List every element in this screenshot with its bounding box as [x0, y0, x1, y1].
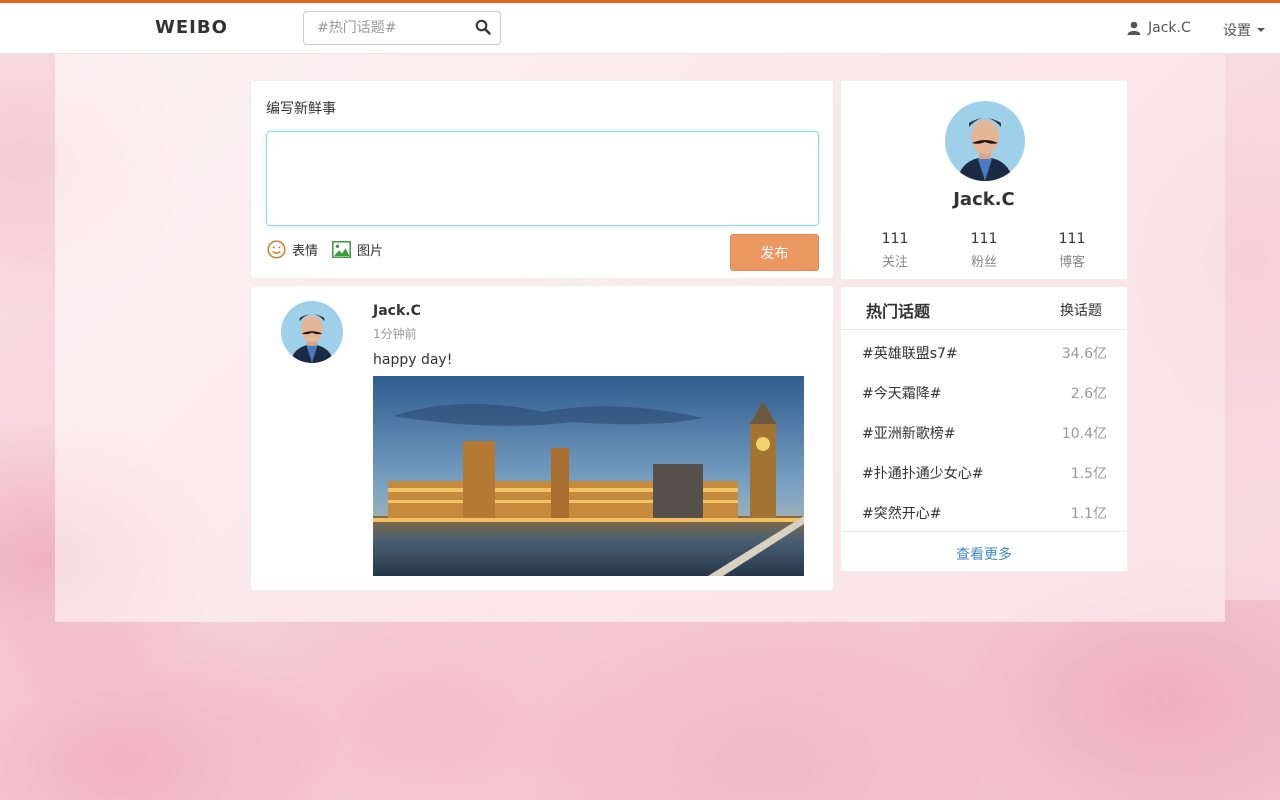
stat-value: 111 [970, 231, 998, 247]
emoji-label: 表情 [292, 244, 319, 259]
topic-row[interactable]: #突然开心# 1.1亿 [841, 491, 1127, 531]
profile-avatar[interactable] [945, 101, 1025, 181]
post-card: Jack.C 1分钟前 happy day! [250, 285, 834, 591]
publish-button[interactable]: 发布 [730, 234, 819, 271]
topic-count: 10.4亿 [1061, 426, 1107, 442]
nav-user-name: Jack.C [1148, 20, 1191, 36]
change-topics-button[interactable]: 换话题 [1060, 300, 1102, 320]
profile-name[interactable]: Jack.C [841, 189, 1127, 210]
top-navbar: WEIBO Jack.C 设置 [0, 0, 1280, 54]
topic-count: 2.6亿 [1070, 386, 1107, 402]
image-button[interactable]: 图片 [332, 240, 383, 259]
compose-title: 编写新鲜事 [266, 101, 336, 117]
post-text: happy day! [373, 352, 453, 368]
user-icon [1127, 21, 1141, 35]
image-icon [332, 241, 351, 258]
emoji-button[interactable]: 表情 [267, 240, 318, 259]
compose-textarea[interactable] [266, 131, 819, 226]
hot-topics-card: 热门话题 换话题 #英雄联盟s7# 34.6亿 #今天霜降# 2.6亿 #亚洲新… [840, 286, 1128, 572]
caret-down-icon [1257, 28, 1265, 32]
stat-value: 111 [1058, 231, 1086, 247]
hot-topics-title: 热门话题 [866, 302, 931, 321]
stat-following[interactable]: 111 关注 [865, 231, 925, 270]
stat-followers[interactable]: 111 粉丝 [954, 231, 1014, 270]
hot-topics-footer: 查看更多 [841, 531, 1127, 572]
profile-card: Jack.C 111 关注 111 粉丝 111 博客 [840, 80, 1128, 280]
smile-icon [267, 240, 286, 259]
content-backdrop-right [1225, 54, 1280, 600]
stat-label: 博客 [1058, 255, 1085, 270]
image-label: 图片 [357, 244, 384, 259]
topic-row[interactable]: #亚洲新歌榜# 10.4亿 [841, 411, 1127, 451]
topic-row[interactable]: #扑通扑通少女心# 1.5亿 [841, 451, 1127, 491]
settings-label: 设置 [1223, 23, 1251, 39]
topic-count: 1.5亿 [1070, 466, 1107, 482]
hot-topics-header: 热门话题 换话题 [841, 287, 1127, 330]
stat-posts[interactable]: 111 博客 [1042, 231, 1102, 270]
post-time: 1分钟前 [373, 327, 417, 341]
see-more-link[interactable]: 查看更多 [956, 544, 1012, 564]
post-image[interactable] [373, 376, 804, 576]
avatar[interactable] [281, 301, 343, 363]
nav-user-link[interactable]: Jack.C [1127, 20, 1191, 36]
topic-name: #今天霜降# [862, 386, 942, 402]
stat-value: 111 [881, 231, 909, 247]
stat-label: 粉丝 [970, 255, 997, 270]
topic-row[interactable]: #英雄联盟s7# 34.6亿 [841, 331, 1127, 371]
topic-name: #亚洲新歌榜# [862, 426, 956, 442]
topic-name: #扑通扑通少女心# [862, 466, 984, 482]
topic-count: 34.6亿 [1061, 346, 1107, 362]
post-author[interactable]: Jack.C [373, 303, 421, 319]
topic-name: #英雄联盟s7# [862, 346, 958, 362]
stat-label: 关注 [881, 255, 908, 270]
settings-dropdown[interactable]: 设置 [1223, 20, 1265, 40]
search-box [303, 11, 501, 45]
topic-count: 1.1亿 [1070, 506, 1107, 522]
brand-logo[interactable]: WEIBO [155, 17, 228, 38]
search-input[interactable] [304, 12, 464, 44]
topic-name: #突然开心# [862, 506, 942, 522]
search-icon[interactable] [475, 19, 491, 35]
topic-row[interactable]: #今天霜降# 2.6亿 [841, 371, 1127, 411]
compose-card: 编写新鲜事 表情 图片 发布 [250, 80, 834, 279]
